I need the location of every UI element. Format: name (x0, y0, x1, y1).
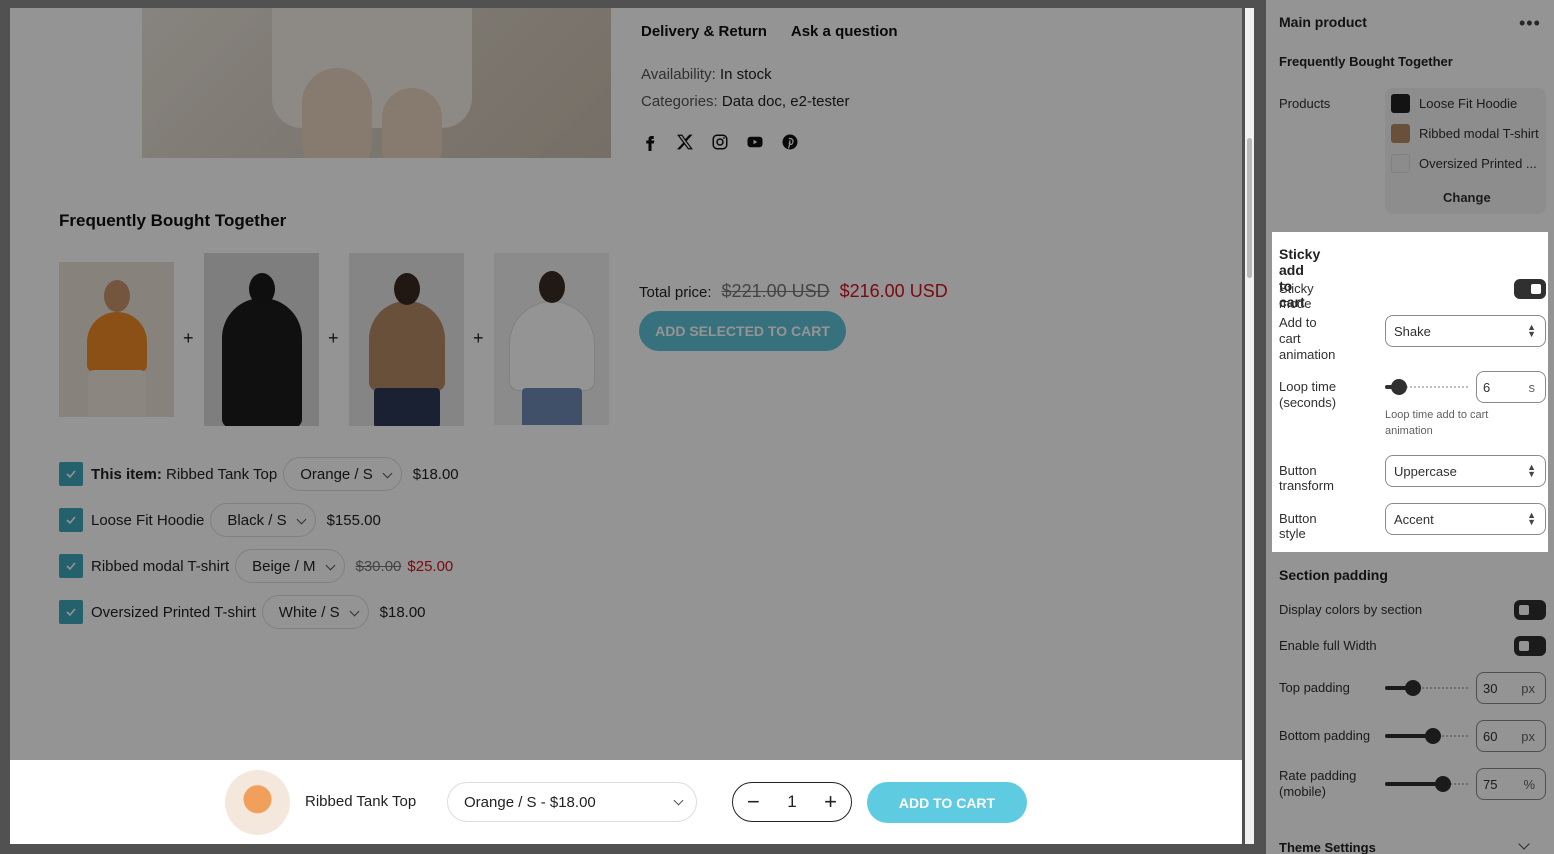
loop-time-slider[interactable] (1385, 379, 1469, 395)
select-arrows-icon: ▲ ▼ (1527, 462, 1536, 479)
fbt-image-loose-fit-hoodie[interactable] (204, 253, 319, 426)
x-icon[interactable] (676, 133, 694, 151)
checkbox[interactable] (59, 600, 83, 624)
quantity-stepper[interactable]: − 1 + (732, 782, 852, 822)
plus-icon[interactable]: + (824, 791, 837, 813)
variant-select[interactable]: Beige / M (235, 549, 345, 583)
total-new-price: $216.00 USD (839, 281, 948, 301)
product-item[interactable]: Loose Fit Hoodie (1391, 94, 1543, 113)
item-price: $155.00 (326, 511, 381, 529)
check-icon (66, 470, 76, 479)
more-options-icon[interactable]: ••• (1519, 13, 1541, 34)
add-selected-to-cart-button[interactable]: ADD SELECTED TO CART (639, 311, 846, 351)
youtube-icon[interactable] (746, 133, 764, 151)
fbt-image-ribbed-modal-tshirt[interactable] (349, 253, 464, 426)
display-colors-toggle[interactable] (1514, 600, 1546, 620)
fbt-total-price: Total price: $221.00 USD $216.00 USD (639, 281, 948, 301)
sticky-variant-select[interactable]: Orange / S - $18.00 (447, 782, 697, 822)
checkbox[interactable] (59, 554, 83, 578)
change-products-button[interactable]: Change (1443, 190, 1491, 205)
bottom-padding-slider[interactable] (1385, 728, 1469, 744)
product-item[interactable]: Ribbed modal T-shirt (1391, 124, 1543, 143)
pinterest-icon[interactable] (781, 133, 799, 151)
button-style-select[interactable]: Accent ▲ ▼ (1385, 503, 1546, 535)
item-price: $18.00 (412, 465, 459, 483)
sticky-product-thumbnail (225, 770, 290, 835)
variant-select[interactable]: Black / S (210, 503, 316, 537)
fbt-item-row: This item: Ribbed Tank Top Orange / S $1… (59, 457, 459, 491)
product-main-image (142, 8, 611, 158)
fbt-item-row: Oversized Printed T-shirt White / S $18.… (59, 595, 426, 629)
preview-scrollbar[interactable] (1245, 8, 1254, 844)
loop-time-help: Loop time add to cart animation (1385, 409, 1489, 437)
storefront-preview: Delivery & Return Ask a question Availab… (10, 8, 1242, 844)
fbt-image-oversized-printed-tshirt[interactable] (494, 253, 609, 425)
rate-padding-label: Rate padding (mobile) (1279, 768, 1357, 799)
top-padding-input[interactable]: 30 px (1476, 672, 1546, 704)
availability: Availability: In stock (641, 66, 772, 83)
plus-icon: + (183, 328, 194, 348)
categories-value: Data doc, e2-tester (721, 93, 850, 110)
select-arrows-icon: ▲ ▼ (1527, 322, 1536, 339)
quantity-value[interactable]: 1 (787, 792, 796, 812)
fbt-title: Frequently Bought Together (59, 211, 287, 230)
minus-icon[interactable]: − (747, 791, 760, 813)
item-price: $25.00 (407, 557, 454, 575)
panel-title: Main product (1279, 14, 1367, 30)
animation-select[interactable]: Shake ▲ ▼ (1385, 315, 1546, 347)
variant-select[interactable]: Orange / S (283, 457, 402, 491)
tab-delivery-return[interactable]: Delivery & Return (641, 23, 767, 40)
social-links (641, 133, 799, 151)
button-transform-select[interactable]: Uppercase ▲ ▼ (1385, 455, 1546, 487)
product-item[interactable]: Oversized Printed ... (1391, 154, 1543, 173)
check-icon (66, 516, 76, 525)
plus-icon: + (473, 328, 484, 348)
fbt-settings-heading: Frequently Bought Together (1279, 54, 1453, 69)
fbt-item-row: Loose Fit Hoodie Black / S $155.00 (59, 503, 381, 537)
checkbox[interactable] (59, 508, 83, 532)
sticky-mode-toggle[interactable] (1514, 279, 1546, 299)
loop-time-label: Loop time (seconds) (1279, 379, 1337, 410)
section-padding-heading: Section padding (1279, 567, 1388, 583)
top-padding-slider[interactable] (1385, 680, 1469, 696)
tab-ask-question[interactable]: Ask a question (791, 23, 898, 40)
sticky-product-name: Ribbed Tank Top (305, 793, 417, 810)
categories: Categories: Data doc, e2-tester (641, 93, 850, 110)
product-info-tabs: Delivery & Return Ask a question (641, 23, 898, 40)
availability-value: In stock (719, 66, 772, 83)
loop-time-input[interactable]: 6s (1476, 371, 1546, 403)
item-price: $18.00 (379, 603, 426, 621)
item-old-price: $30.00 (355, 557, 402, 575)
instagram-icon[interactable] (711, 133, 729, 151)
variant-select[interactable]: White / S (261, 595, 369, 629)
total-old-price: $221.00 USD (721, 281, 830, 301)
select-arrows-icon: ▲ ▼ (1527, 510, 1536, 527)
theme-settings-heading[interactable]: Theme Settings (1279, 840, 1376, 854)
facebook-icon[interactable] (641, 133, 659, 151)
rate-padding-input[interactable]: 75% (1476, 768, 1546, 800)
check-icon (66, 608, 76, 617)
rate-padding-slider[interactable] (1385, 776, 1469, 792)
fbt-item-row: Ribbed modal T-shirt Beige / M $30.00 $2… (59, 549, 453, 583)
bottom-padding-input[interactable]: 60 px (1476, 720, 1546, 752)
sticky-add-to-cart-bar: Ribbed Tank Top Orange / S - $18.00 − 1 … (10, 760, 1242, 844)
checkbox[interactable] (59, 462, 83, 486)
products-label: Products (1279, 96, 1331, 111)
check-icon (66, 562, 76, 571)
plus-icon: + (328, 328, 339, 348)
animation-label: Add to cart animation (1279, 315, 1336, 362)
full-width-toggle[interactable] (1514, 636, 1546, 656)
fbt-image-ribbed-tank-top[interactable] (59, 262, 174, 417)
add-to-cart-button[interactable]: ADD TO CART (867, 782, 1027, 823)
